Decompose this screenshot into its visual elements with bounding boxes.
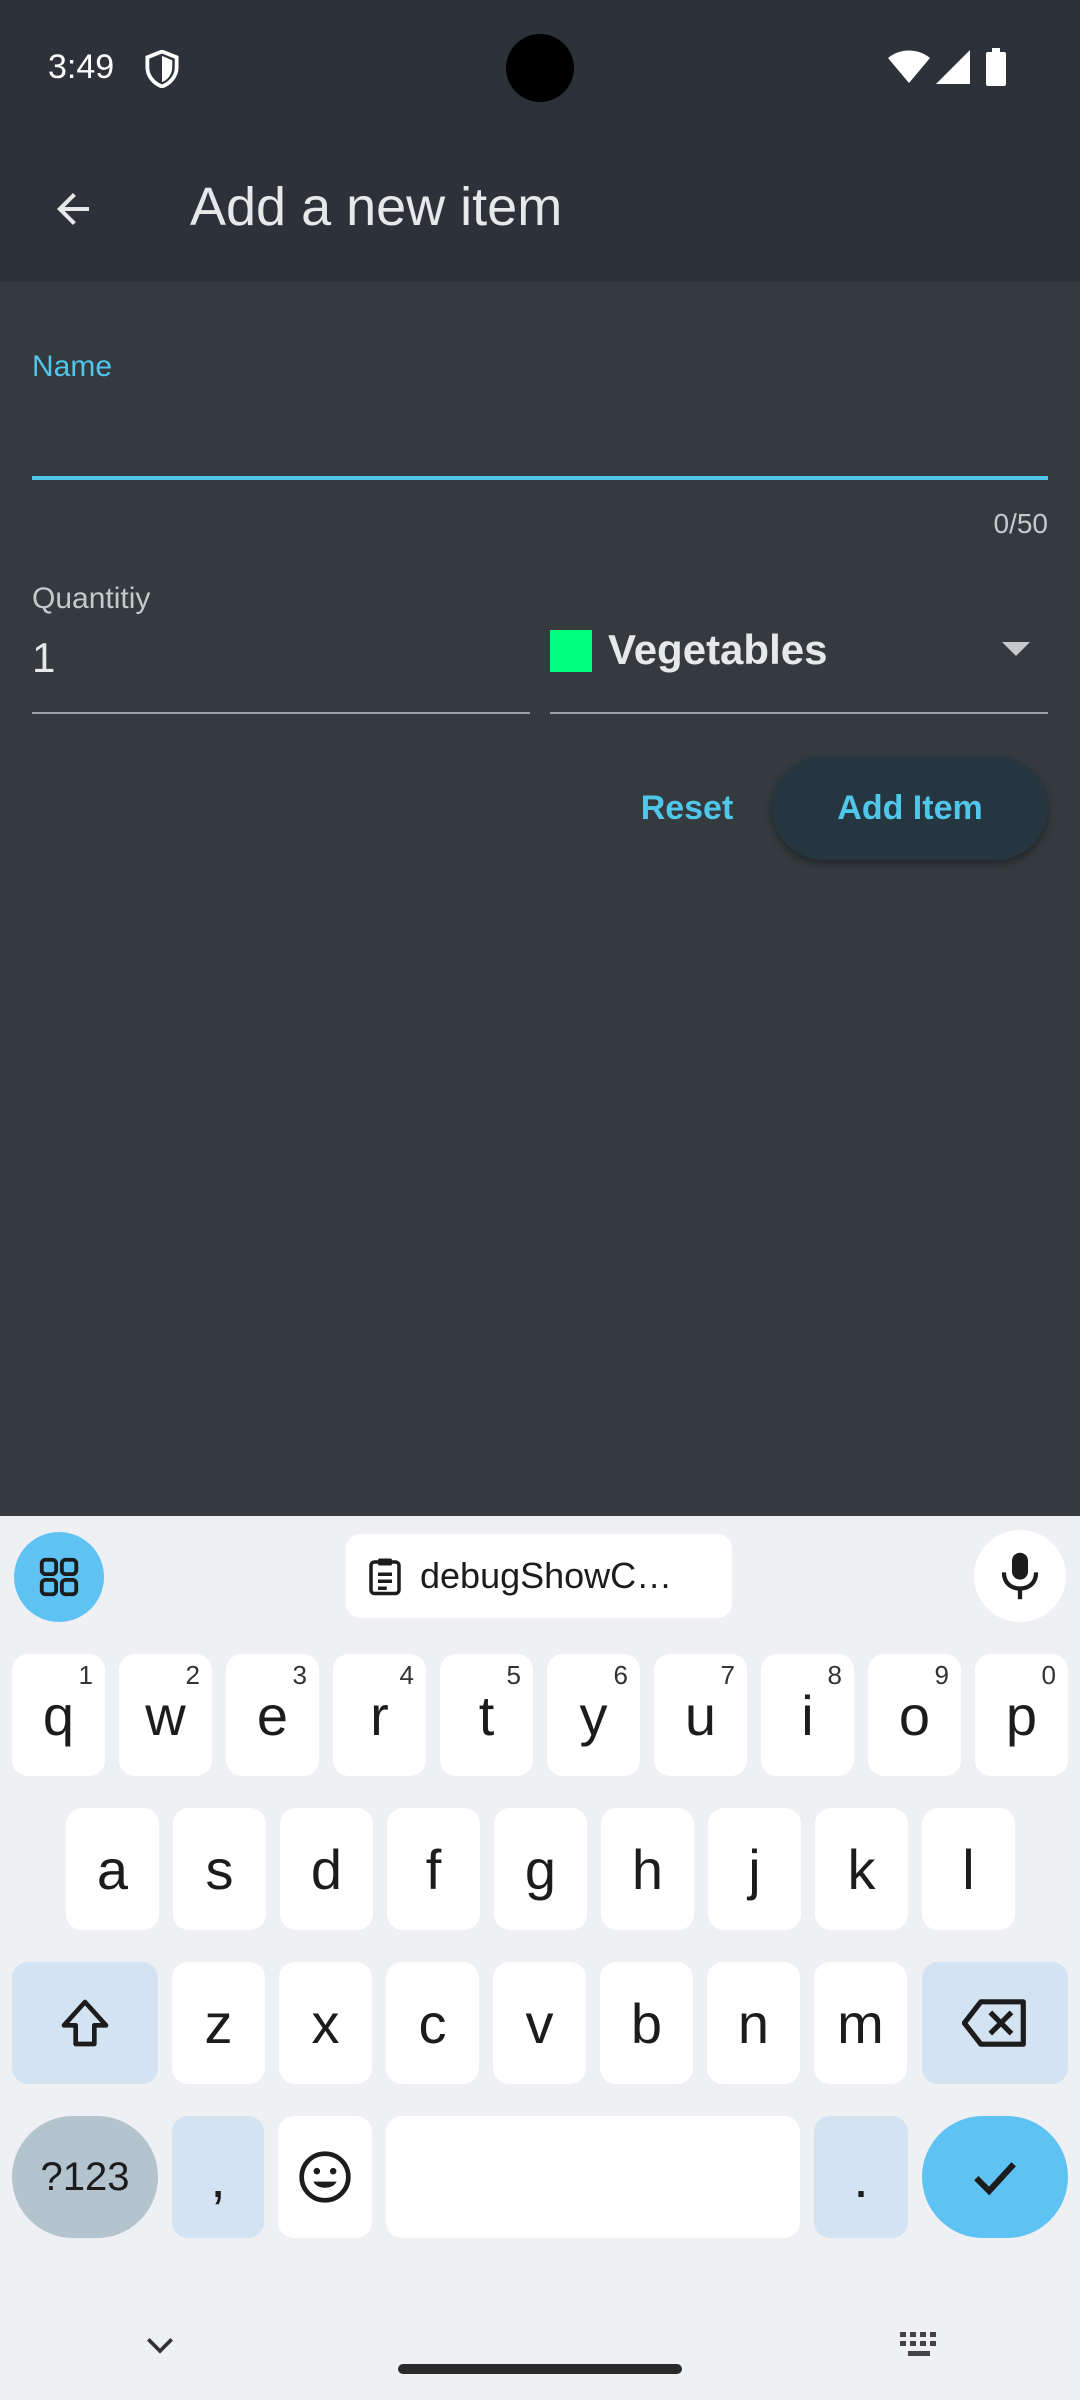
symbols-key[interactable]: ?123 (12, 2116, 158, 2238)
key-p[interactable]: p0 (975, 1654, 1068, 1776)
key-z[interactable]: z (172, 1962, 265, 2084)
key-hint: 4 (399, 1660, 414, 1690)
key-l[interactable]: l (922, 1808, 1015, 1930)
quantity-input[interactable] (32, 624, 530, 714)
keyboard-switch-icon[interactable] (898, 2330, 942, 2360)
comma-key[interactable]: , (172, 2116, 264, 2238)
keyboard-apps-button[interactable] (14, 1532, 104, 1622)
key-g[interactable]: g (494, 1808, 587, 1930)
name-input[interactable] (32, 400, 1048, 480)
key-b[interactable]: b (600, 1962, 693, 2084)
key-f[interactable]: f (387, 1808, 480, 1930)
done-key[interactable] (922, 2116, 1068, 2238)
category-selected-label: Vegetables (608, 626, 828, 673)
key-o[interactable]: o9 (868, 1654, 961, 1776)
wifi-icon (888, 50, 930, 83)
page-title: Add a new item (190, 177, 563, 237)
clipboard-icon (369, 1558, 401, 1596)
period-key[interactable]: . (814, 2116, 908, 2238)
battery-icon (986, 48, 1006, 86)
key-hint: 2 (185, 1660, 200, 1690)
key-hint: 8 (827, 1660, 842, 1690)
arrow-back-icon (57, 193, 89, 225)
category-color-swatch (550, 630, 592, 672)
key-hint: 7 (720, 1660, 735, 1690)
key-hint: 9 (934, 1660, 949, 1690)
key-i[interactable]: i8 (761, 1654, 854, 1776)
key-d[interactable]: d (280, 1808, 373, 1930)
chevron-down-icon[interactable] (140, 2326, 180, 2366)
back-button[interactable] (36, 172, 110, 246)
key-j[interactable]: j (708, 1808, 801, 1930)
add-item-button[interactable]: Add Item (772, 756, 1048, 860)
shift-key[interactable] (12, 1962, 158, 2084)
backspace-icon (962, 1999, 1026, 2047)
key-n[interactable]: n (707, 1962, 800, 2084)
key-w[interactable]: w2 (119, 1654, 212, 1776)
key-v[interactable]: v (493, 1962, 586, 2084)
home-indicator[interactable] (398, 2364, 682, 2374)
quantity-label: Quantitiy (32, 582, 151, 615)
signal-icon (936, 50, 970, 84)
shield-icon (145, 50, 179, 88)
emoji-icon (299, 2151, 351, 2203)
key-u[interactable]: u7 (654, 1654, 747, 1776)
key-a[interactable]: a (66, 1808, 159, 1930)
clipboard-suggestion[interactable]: debugShowC… (346, 1534, 732, 1618)
status-bar: 3:49 (0, 0, 1080, 136)
key-q[interactable]: q1 (12, 1654, 105, 1776)
key-m[interactable]: m (814, 1962, 907, 2084)
clipboard-text: debugShowC… (420, 1555, 673, 1596)
check-icon (974, 2162, 1016, 2196)
shift-icon (61, 1999, 109, 2047)
space-key[interactable] (386, 2116, 800, 2238)
backspace-key[interactable] (922, 1962, 1068, 2084)
category-dropdown[interactable]: Vegetables (550, 612, 1048, 714)
key-r[interactable]: r4 (333, 1654, 426, 1776)
key-hint: 3 (292, 1660, 307, 1690)
app-bar: Add a new item (0, 136, 1080, 282)
camera-cutout (506, 34, 574, 102)
name-char-counter: 0/50 (993, 508, 1049, 539)
keyboard-nav-bar (0, 2310, 1080, 2400)
key-c[interactable]: c (386, 1962, 479, 2084)
key-h[interactable]: h (601, 1808, 694, 1930)
key-hint: 0 (1041, 1660, 1056, 1690)
name-label: Name (32, 350, 113, 383)
microphone-icon (1001, 1552, 1039, 1600)
key-t[interactable]: t5 (440, 1654, 533, 1776)
emoji-key[interactable] (278, 2116, 372, 2238)
key-hint: 1 (78, 1660, 93, 1690)
dropdown-arrow-icon (1002, 642, 1030, 656)
key-k[interactable]: k (815, 1808, 908, 1930)
key-s[interactable]: s (173, 1808, 266, 1930)
status-time: 3:49 (48, 48, 115, 86)
key-e[interactable]: e3 (226, 1654, 319, 1776)
grid-icon (39, 1557, 79, 1597)
key-hint: 6 (613, 1660, 628, 1690)
key-x[interactable]: x (279, 1962, 372, 2084)
reset-button[interactable]: Reset (620, 760, 754, 856)
key-hint: 5 (506, 1660, 521, 1690)
key-y[interactable]: y6 (547, 1654, 640, 1776)
soft-keyboard: debugShowC… q1w2e3r4t5y6u7i8o9p0 asdfghj… (0, 1516, 1080, 2400)
voice-input-button[interactable] (974, 1530, 1066, 1622)
